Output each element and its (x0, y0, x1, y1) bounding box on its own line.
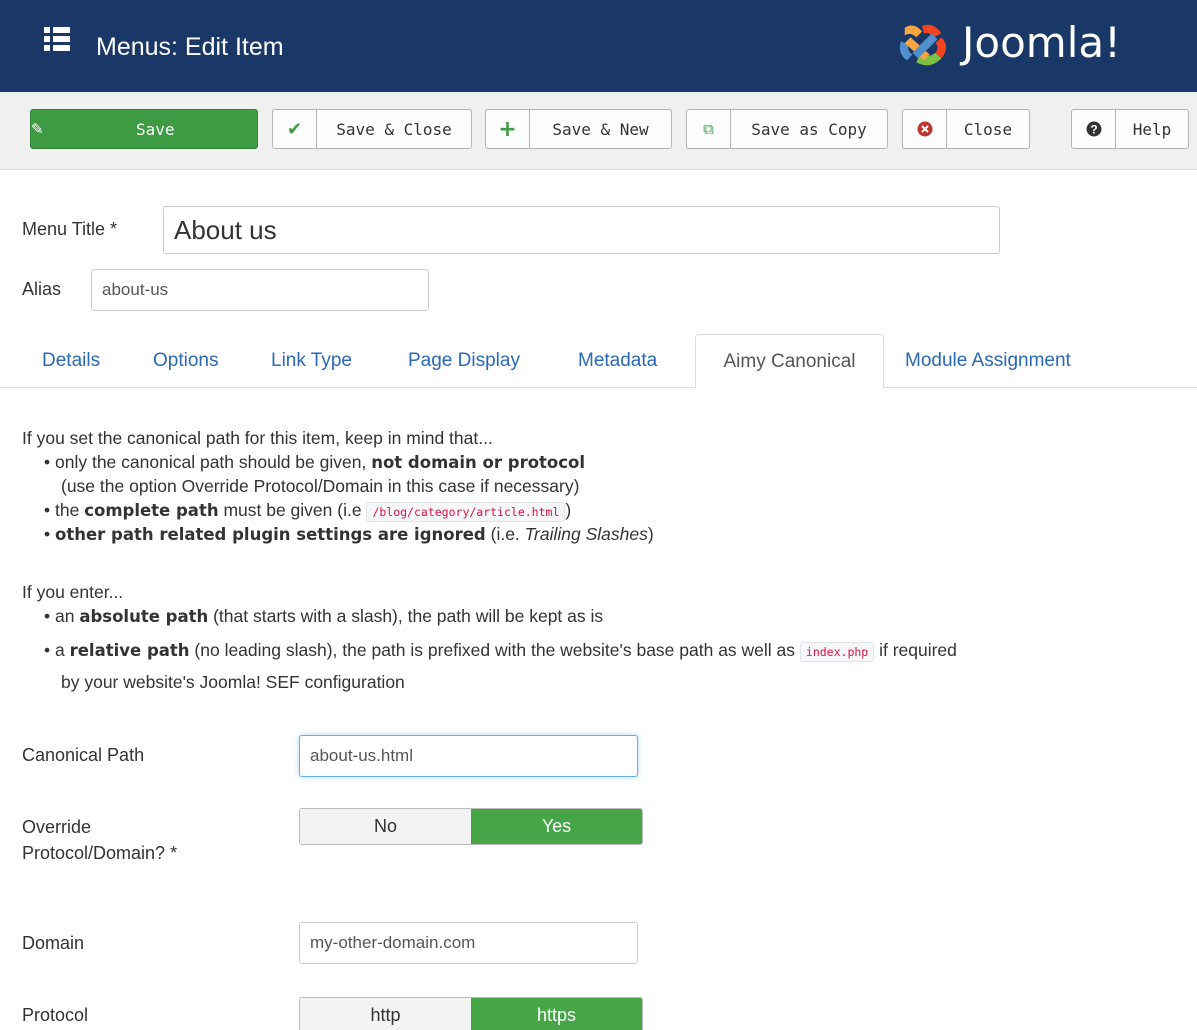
protocol-toggle: http https (299, 997, 643, 1030)
page-header: Menus: Edit Item Joomla! (0, 0, 1197, 92)
save-copy-button[interactable]: ⧉ Save as Copy (686, 109, 888, 149)
info-enter-bullet-2-note: by your website's Joomla! SEF configurat… (61, 672, 405, 692)
info-enter-bullet-2: • a relative path (no leading slash), th… (44, 640, 957, 662)
info-bullet-1-note: (use the option Override Protocol/Domain… (61, 476, 580, 496)
menu-title-input[interactable]: About us (163, 206, 1000, 254)
edit-icon: ✎ (31, 120, 44, 138)
menu-title-label: Menu Title * (22, 219, 118, 239)
question-circle-icon: ? (1072, 110, 1116, 148)
tab-options[interactable]: Options (133, 334, 238, 388)
override-label-line-1: Override (22, 817, 92, 837)
protocol-http-option[interactable]: http (300, 998, 471, 1030)
alias-input[interactable]: about-us (91, 269, 429, 311)
override-toggle: No Yes (299, 808, 643, 845)
close-button[interactable]: Close (902, 109, 1030, 149)
info-enter: If you enter... (22, 582, 124, 602)
toolbar: ✎ Save ✔ Save & Close + Save & New ⧉ Sav… (0, 92, 1197, 170)
page-title: Menus: Edit Item (96, 33, 284, 61)
code-path-example: /blog/category/article.html (366, 502, 566, 522)
canonical-path-label: Canonical Path (22, 745, 145, 765)
tab-details[interactable]: Details (22, 334, 120, 388)
save-new-button[interactable]: + Save & New (485, 109, 672, 149)
save-button[interactable]: ✎ Save (30, 109, 258, 149)
override-yes-option[interactable]: Yes (471, 809, 642, 844)
override-label-line-2: Protocol/Domain? * (22, 843, 178, 863)
svg-text:?: ? (1090, 123, 1097, 137)
joomla-logo-text: Joomla! (962, 18, 1121, 67)
check-icon: ✔ (273, 110, 317, 148)
info-bullet-1: • only the canonical path should be give… (44, 452, 586, 472)
protocol-label: Protocol (22, 1005, 89, 1025)
copy-icon: ⧉ (687, 110, 731, 148)
info-enter-bullet-1: • an absolute path (that starts with a s… (44, 606, 604, 626)
close-circle-icon (903, 110, 947, 148)
alias-label: Alias (22, 279, 62, 299)
override-no-option[interactable]: No (300, 809, 471, 844)
tab-module-assignment[interactable]: Module Assignment (885, 334, 1091, 388)
save-close-button[interactable]: ✔ Save & Close (272, 109, 472, 149)
canonical-path-input[interactable]: about-us.html (299, 735, 638, 777)
tab-page-display[interactable]: Page Display (388, 334, 540, 388)
protocol-https-option[interactable]: https (471, 998, 642, 1030)
tab-aimy-canonical[interactable]: Aimy Canonical (695, 334, 884, 389)
code-index-php: index.php (799, 642, 875, 662)
tab-link-type[interactable]: Link Type (251, 334, 372, 388)
domain-label: Domain (22, 933, 85, 953)
info-bullet-2: • the complete path must be given (i.e /… (44, 500, 572, 522)
joomla-logo-icon (899, 24, 947, 66)
domain-input[interactable]: my-other-domain.com (299, 922, 638, 964)
tab-metadata[interactable]: Metadata (558, 334, 677, 388)
info-bullet-3: • other path related plugin settings are… (44, 524, 654, 544)
help-button[interactable]: ? Help (1071, 109, 1189, 149)
info-intro: If you set the canonical path for this i… (22, 428, 493, 448)
plus-icon: + (486, 110, 530, 148)
tab-bar: Details Options Link Type Page Display M… (0, 334, 1197, 389)
list-menu-icon (44, 27, 70, 51)
